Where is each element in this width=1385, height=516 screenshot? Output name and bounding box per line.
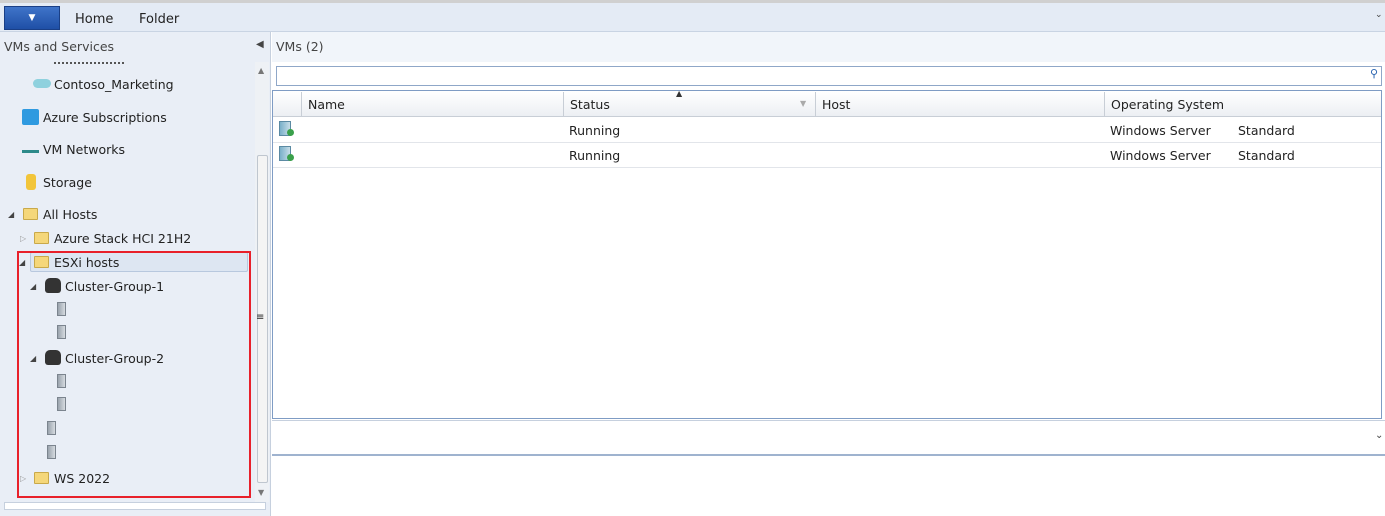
cloud-icon	[33, 79, 51, 88]
column-header-name[interactable]: Name	[301, 92, 563, 117]
table-row[interactable]	[273, 118, 1381, 143]
tree-item-azure-subscriptions[interactable]: Azure Subscriptions	[43, 110, 167, 125]
cell-os-edition: Standard	[1238, 148, 1295, 163]
chevron-down-icon: ▼	[28, 13, 36, 23]
table-row[interactable]	[273, 143, 1381, 168]
cell-status: Running	[569, 123, 621, 138]
sort-ascending-icon: ▲	[676, 89, 683, 98]
tree-item-azure-stack-hci[interactable]: Azure Stack HCI 21H2	[54, 231, 191, 246]
cell-os: Windows Server	[1110, 148, 1211, 163]
collapsed-arrow-icon[interactable]: ▷	[20, 234, 26, 243]
clipped-tree-item	[54, 62, 124, 65]
expanded-arrow-icon[interactable]: ◢	[8, 210, 14, 219]
tree-item-all-hosts[interactable]: All Hosts	[43, 207, 97, 222]
expand-details-chevron-icon[interactable]: ⌄	[1375, 430, 1383, 441]
tree-item-vm-networks[interactable]: VM Networks	[43, 142, 125, 157]
details-pane	[272, 420, 1385, 456]
pane-title: VMs and Services	[4, 39, 115, 54]
network-icon	[22, 143, 39, 153]
ribbon-expand-chevron-icon[interactable]: ⌄	[1375, 10, 1383, 20]
cell-os-edition: Standard	[1238, 123, 1295, 138]
azure-subscriptions-icon	[22, 109, 39, 125]
search-icon[interactable]: ⚲	[1370, 67, 1378, 80]
ribbon	[0, 0, 1385, 32]
highlight-box	[17, 251, 251, 498]
content-header	[272, 32, 1385, 62]
column-header-status[interactable]: Status	[563, 92, 815, 117]
app-menu-button[interactable]: ▼	[4, 6, 60, 30]
splitter-grip-icon[interactable]: ≡	[256, 312, 264, 323]
scroll-down-icon[interactable]: ▼	[258, 488, 264, 497]
cell-os: Windows Server	[1110, 123, 1211, 138]
cell-status: Running	[569, 148, 621, 163]
filter-dropdown-icon[interactable]: ▼	[800, 99, 806, 108]
tree-item-contoso-marketing[interactable]: Contoso_Marketing	[54, 77, 174, 92]
horizontal-scrollbar[interactable]	[4, 502, 266, 510]
column-header-os[interactable]: Operating System	[1104, 92, 1381, 117]
play-icon	[287, 154, 294, 161]
storage-icon	[26, 174, 36, 190]
tab-home[interactable]: Home	[75, 12, 113, 27]
folder-icon	[34, 232, 49, 244]
search-input[interactable]	[276, 66, 1382, 86]
scroll-up-icon[interactable]: ▲	[258, 66, 264, 75]
collapse-pane-icon[interactable]: ◀	[256, 39, 264, 50]
tab-folder[interactable]: Folder	[139, 12, 179, 27]
column-header-host[interactable]: Host	[815, 92, 1104, 117]
folder-icon	[23, 208, 38, 220]
tree-item-storage[interactable]: Storage	[43, 175, 92, 190]
content-title: VMs (2)	[276, 39, 324, 54]
play-icon	[287, 129, 294, 136]
